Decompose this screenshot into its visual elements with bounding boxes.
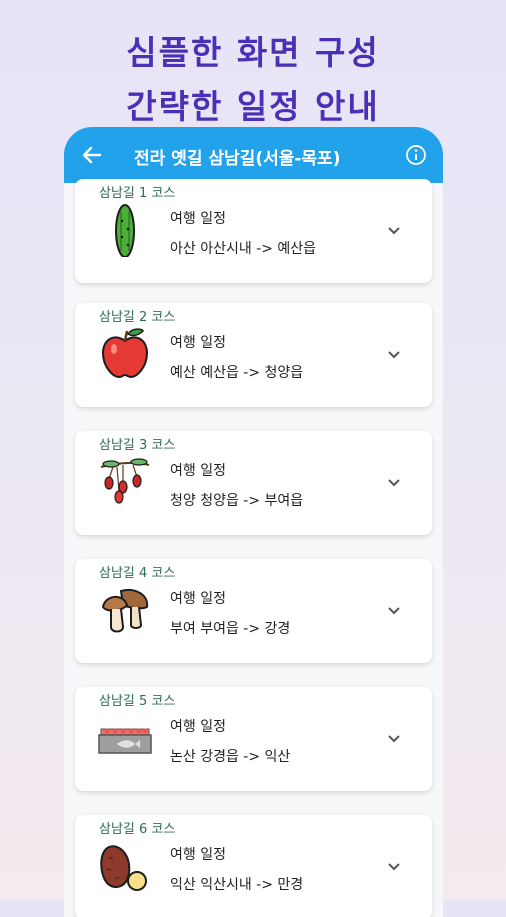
arrow-left-icon [82, 146, 102, 164]
plan-label: 여행 일정 [170, 591, 226, 607]
app-title: 전라 옛길 삼남길(서울-목포) [134, 149, 341, 169]
route-text: 부여 부여읍 -> 강경 [170, 621, 291, 637]
course-title: 삼남길 1 코스 [99, 186, 176, 201]
back-button[interactable] [80, 143, 104, 167]
chevron-down-icon[interactable] [386, 605, 402, 617]
phone-screen: 전라 옛길 삼남길(서울-목포) 삼남길 1 코스 여행 일정 아산 아산시내 … [64, 127, 443, 917]
plan-label: 여행 일정 [170, 335, 226, 351]
info-button[interactable] [405, 144, 427, 166]
course-title: 삼남길 4 코스 [99, 566, 176, 581]
info-icon [406, 145, 426, 165]
course-card-3[interactable]: 삼남길 3 코스 여행 일정 청양 청양읍 -> 부여읍 [75, 431, 432, 535]
chevron-down-icon[interactable] [386, 477, 402, 489]
route-text: 익산 익산시내 -> 만경 [170, 877, 304, 893]
course-title: 삼남길 2 코스 [99, 310, 176, 325]
course-card-4[interactable]: 삼남길 4 코스 여행 일정 부여 부여읍 -> 강경 [75, 559, 432, 663]
chevron-down-icon[interactable] [386, 733, 402, 745]
course-card-2[interactable]: 삼남길 2 코스 여행 일정 예산 예산읍 -> 청양읍 [75, 303, 432, 407]
chevron-down-icon[interactable] [386, 225, 402, 237]
plan-label: 여행 일정 [170, 211, 226, 227]
fish-crate-icon [98, 728, 152, 754]
route-text: 논산 강경읍 -> 익산 [170, 749, 291, 765]
course-title: 삼남길 6 코스 [99, 822, 176, 837]
chevron-down-icon[interactable] [386, 861, 402, 873]
apple-icon [101, 328, 149, 379]
course-card-6[interactable]: 삼남길 6 코스 여행 일정 익산 익산시내 -> 만경 [75, 815, 432, 917]
route-text: 청양 청양읍 -> 부여읍 [170, 493, 304, 509]
cucumber-icon [115, 204, 135, 257]
promo-headline-2: 간략한 일정 안내 [126, 87, 380, 126]
app-bar: 전라 옛길 삼남길(서울-목포) [64, 127, 443, 183]
mushroom-icon [101, 589, 149, 633]
course-title: 삼남길 5 코스 [99, 694, 176, 709]
course-card-1[interactable]: 삼남길 1 코스 여행 일정 아산 아산시내 -> 예산읍 [75, 179, 432, 283]
course-card-5[interactable]: 삼남길 5 코스 여행 일정 논산 강경읍 -> 익산 [75, 687, 432, 791]
plan-label: 여행 일정 [170, 463, 226, 479]
route-text: 예산 예산읍 -> 청양읍 [170, 365, 304, 381]
promo-headline-1: 심플한 화면 구성 [126, 33, 380, 72]
course-list: 삼남길 1 코스 여행 일정 아산 아산시내 -> 예산읍 삼남길 2 코스 여… [64, 179, 443, 917]
plan-label: 여행 일정 [170, 847, 226, 863]
goji-berry-icon [100, 458, 150, 504]
course-title: 삼남길 3 코스 [99, 438, 176, 453]
sweet-potato-icon [100, 845, 147, 891]
route-text: 아산 아산시내 -> 예산읍 [170, 241, 317, 257]
plan-label: 여행 일정 [170, 719, 226, 735]
chevron-down-icon[interactable] [386, 349, 402, 361]
